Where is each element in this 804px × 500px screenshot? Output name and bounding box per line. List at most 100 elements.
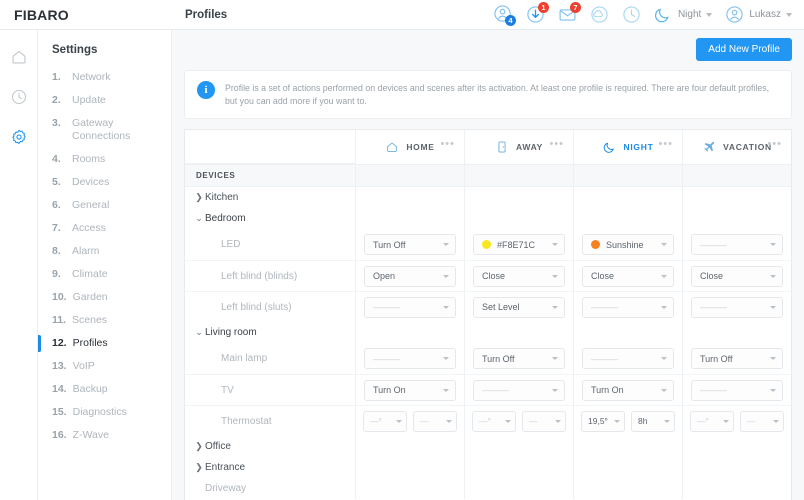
row-label-cell[interactable]: ❯ Entrance <box>185 457 355 478</box>
room-toggle[interactable]: ❯ Entrance <box>193 458 245 477</box>
brand-logo[interactable]: FIBARO <box>0 7 172 23</box>
temperature-select[interactable]: —° <box>690 410 734 432</box>
profile-column-vacation[interactable]: VACATION ••• <box>682 130 791 164</box>
profile-action-cell <box>682 187 791 208</box>
home-icon[interactable] <box>10 48 28 66</box>
action-select[interactable]: ——— <box>691 234 783 255</box>
moon-icon <box>654 5 673 24</box>
chevron-down-icon <box>770 305 776 309</box>
sidebar-item-label: Profiles <box>72 337 108 349</box>
action-select[interactable]: Close <box>473 265 565 287</box>
row-label-cell[interactable]: Driveway <box>185 478 355 499</box>
sidebar-item-devices[interactable]: 5. Devices <box>38 171 171 194</box>
sidebar-item-climate[interactable]: 9. Climate <box>38 263 171 286</box>
sidebar-item-alarm[interactable]: 8. Alarm <box>38 240 171 263</box>
row-label-cell[interactable]: ❯ Kitchen <box>185 187 355 208</box>
action-select[interactable]: ——— <box>364 348 456 369</box>
sidebar-item-label: Access <box>72 222 106 234</box>
action-select[interactable]: Turn On <box>364 379 456 401</box>
devices-section-spacer <box>464 165 573 186</box>
sidebar-item-z-wave[interactable]: 16. Z-Wave <box>38 424 171 447</box>
room-group-row: ❯ Office <box>185 436 791 457</box>
action-select-value: ——— <box>700 239 727 250</box>
cloud-icon[interactable] <box>590 5 609 24</box>
device-row: Left blind (sluts) ——— Set Level ——— ——— <box>185 291 791 322</box>
history-icon[interactable] <box>10 88 28 106</box>
device-name: LED <box>221 239 241 250</box>
sidebar-item-access[interactable]: 7. Access <box>38 217 171 240</box>
sidebar-item-number: 2. <box>52 94 61 106</box>
room-toggle[interactable]: ❯ Kitchen <box>193 188 238 207</box>
chevron-down-icon <box>664 419 670 423</box>
action-select[interactable]: ——— <box>473 379 565 401</box>
sidebar-item-diagnostics[interactable]: 15. Diagnostics <box>38 401 171 424</box>
profile-column-menu-icon[interactable]: ••• <box>658 139 673 150</box>
action-select-value: ——— <box>700 385 727 395</box>
action-select[interactable]: ——— <box>582 348 674 369</box>
profile-action-cell: Turn Off <box>464 343 573 374</box>
room-toggle[interactable]: ⌄ Living room <box>193 323 256 342</box>
action-select[interactable]: Close <box>691 265 783 287</box>
action-select[interactable]: ——— <box>364 296 456 318</box>
duration-select[interactable]: — <box>740 410 784 432</box>
row-label-cell[interactable]: ⌄ Living room <box>185 322 355 343</box>
profile-action-cell: ——— <box>355 291 464 322</box>
sidebar-item-update[interactable]: 2. Update <box>38 89 171 112</box>
download-icon[interactable]: 1 <box>526 2 549 24</box>
action-select[interactable]: ——— <box>691 296 783 318</box>
action-select[interactable]: #F8E71C <box>473 234 565 255</box>
profile-mode-selector[interactable]: Night <box>654 5 713 24</box>
sidebar-item-backup[interactable]: 14. Backup <box>38 378 171 401</box>
profile-column-menu-icon[interactable]: ••• <box>440 139 455 150</box>
temperature-select[interactable]: —° <box>363 410 407 432</box>
thermostat-controls: —° — <box>465 410 573 432</box>
action-select[interactable]: Turn On <box>582 379 674 401</box>
sidebar-item-garden[interactable]: 10. Garden <box>38 286 171 309</box>
profile-column-night[interactable]: NIGHT ••• <box>573 130 682 164</box>
top-bar-actions: 4 1 7 Night Lukasz <box>494 2 804 26</box>
action-select[interactable]: Sunshine <box>582 234 674 255</box>
devices-section-cell: DEVICES <box>185 165 355 186</box>
chevron-down-icon <box>770 274 776 278</box>
profile-action-cell: Set Level <box>464 291 573 322</box>
room-toggle[interactable]: ⌄ Bedroom <box>193 209 245 228</box>
duration-select[interactable]: — <box>413 410 457 432</box>
action-select[interactable]: Turn Off <box>473 348 565 369</box>
action-select[interactable]: Turn Off <box>691 348 783 369</box>
profile-action-cell <box>573 187 682 208</box>
sidebar-item-general[interactable]: 6. General <box>38 194 171 217</box>
add-new-profile-button[interactable]: Add New Profile <box>696 38 792 61</box>
sidebar-item-profiles[interactable]: 12. Profiles <box>38 332 171 355</box>
users-icon[interactable]: 4 <box>494 5 516 26</box>
row-label-cell[interactable]: ⌄ Bedroom <box>185 208 355 229</box>
temperature-select[interactable]: 19,5° <box>581 410 625 432</box>
temperature-select[interactable]: —° <box>472 410 516 432</box>
action-select[interactable]: Set Level <box>473 296 565 318</box>
duration-select[interactable]: 8h <box>631 410 675 432</box>
sidebar-item-voip[interactable]: 13. VoIP <box>38 355 171 378</box>
profile-column-away[interactable]: AWAY ••• <box>464 130 573 164</box>
room-toggle[interactable]: ❯ Office <box>193 437 231 456</box>
profile-column-menu-icon[interactable]: ••• <box>767 139 782 150</box>
sidebar-item-number: 13. <box>52 360 67 372</box>
profile-column-home[interactable]: HOME ••• <box>355 130 464 164</box>
mail-icon[interactable]: 7 <box>558 2 581 24</box>
clock-icon[interactable] <box>622 5 641 24</box>
sidebar-item-label: General <box>72 199 110 211</box>
profile-column-menu-icon[interactable]: ••• <box>549 139 564 150</box>
sidebar-item-gateway-connections[interactable]: 3. Gateway Connections <box>38 112 171 148</box>
chevron-down-icon <box>396 419 402 423</box>
sidebar-item-rooms[interactable]: 4. Rooms <box>38 148 171 171</box>
action-select[interactable]: Open <box>364 265 456 287</box>
settings-gear-icon[interactable] <box>10 128 28 146</box>
action-select[interactable]: ——— <box>691 379 783 401</box>
action-select[interactable]: Turn Off <box>364 234 456 255</box>
action-select[interactable]: Close <box>582 265 674 287</box>
row-label-cell[interactable]: ❯ Office <box>185 436 355 457</box>
user-menu[interactable]: Lukasz <box>725 5 792 24</box>
settings-nav-list: 1. Network 2. Update 3. Gateway Connections 4.… <box>38 66 171 447</box>
sidebar-item-network[interactable]: 1. Network <box>38 66 171 89</box>
duration-select[interactable]: — <box>522 410 566 432</box>
sidebar-item-scenes[interactable]: 11. Scenes <box>38 309 171 332</box>
action-select[interactable]: ——— <box>582 296 674 318</box>
